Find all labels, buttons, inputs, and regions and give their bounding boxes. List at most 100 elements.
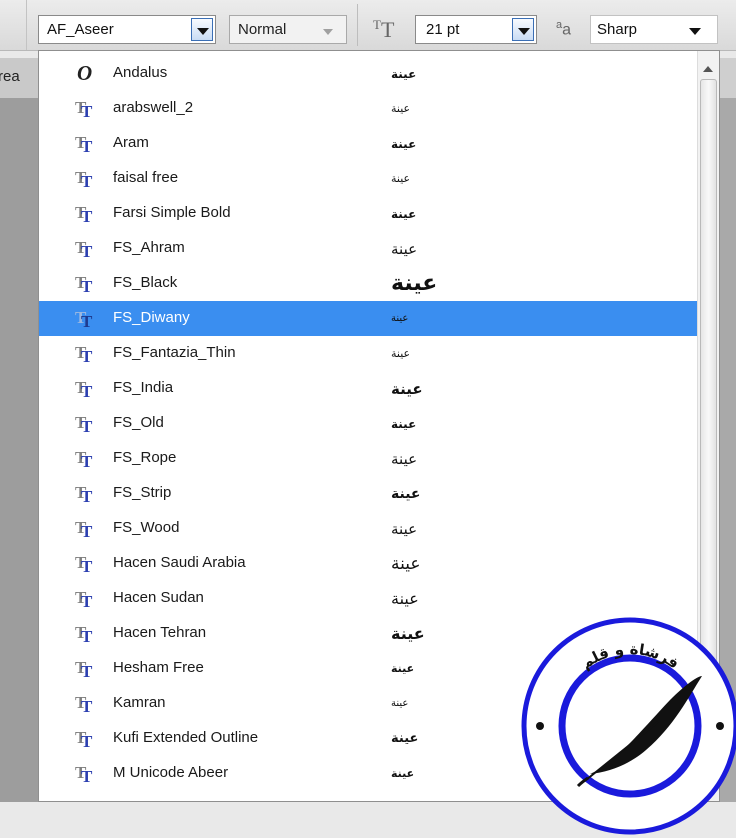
font-style-select[interactable]: Normal — [229, 15, 347, 44]
font-name-label: FS_Rope — [113, 449, 177, 466]
stamp-dot-right — [716, 722, 724, 730]
font-name-label: FS_Strip — [113, 484, 172, 501]
document-tab[interactable]: rea — [0, 58, 40, 99]
truetype-icon: TT — [75, 763, 93, 786]
font-sample-text: عينة — [391, 520, 418, 538]
truetype-icon: TT — [75, 518, 93, 541]
font-name-label: FS_Old — [113, 414, 164, 431]
font-list-item[interactable]: T T Farsi Simple Bold عينة — [39, 196, 697, 231]
font-style-value: Normal — [238, 21, 287, 38]
font-name-label: FS_Black — [113, 274, 178, 291]
truetype-icon: TT — [75, 203, 93, 226]
font-family-value: AF_Aseer — [47, 21, 114, 38]
font-list-item[interactable]: T T faisal free عينة — [39, 161, 697, 196]
font-list-item[interactable]: T T FS_Rope عينة — [39, 441, 697, 476]
document-tab-label: rea — [0, 68, 20, 85]
font-name-label: Andalus — [113, 64, 168, 81]
font-sample-text: عينة — [391, 417, 417, 431]
font-name-label: FS_Ahram — [113, 239, 185, 256]
font-sample-text: عينة — [391, 207, 417, 221]
truetype-icon: TT — [75, 238, 93, 261]
font-name-label: Kamran — [113, 694, 166, 711]
font-sample-text: عينة — [391, 271, 438, 296]
font-name-label: Hacen Saudi Arabia — [113, 554, 246, 571]
truetype-icon: TT — [75, 623, 93, 646]
truetype-icon: TT — [75, 413, 93, 436]
truetype-icon: TT — [75, 448, 93, 471]
truetype-icon: TT — [75, 98, 93, 121]
font-name-label: FS_Wood — [113, 519, 180, 536]
font-sample-text: عينة — [391, 137, 417, 151]
options-toolbar: AF_Aseer Normal TT 21 pt aa Sharp — [0, 0, 736, 51]
chevron-down-icon — [323, 29, 333, 35]
font-list-item[interactable]: T T Hacen Saudi Arabia عينة — [39, 546, 697, 581]
stamp-inner-ring — [558, 654, 702, 798]
font-size-select[interactable]: 21 pt — [415, 15, 537, 44]
workspace-right-tab — [720, 58, 736, 98]
font-name-label: Hacen Sudan — [113, 589, 204, 606]
font-sample-text: عينة — [391, 554, 421, 574]
font-name-label: faisal free — [113, 169, 179, 186]
chevron-down-icon — [518, 28, 530, 35]
watermark-stamp: فرشاة و قلم — [521, 617, 736, 835]
font-size-value: 21 pt — [426, 21, 460, 38]
truetype-icon: TT — [75, 728, 93, 751]
font-size-icon: TT — [373, 17, 395, 42]
font-name-label: FS_India — [113, 379, 174, 396]
font-sample-text: عينة — [391, 662, 415, 675]
font-name-label: M Unicode Abeer — [113, 764, 229, 781]
truetype-icon: TT — [75, 658, 93, 681]
font-size-dropdown-button[interactable] — [512, 18, 534, 41]
font-name-label: arabswell_2 — [113, 99, 194, 116]
scroll-up-icon[interactable] — [703, 66, 713, 72]
font-list-item[interactable]: T T FS_Old عينة — [39, 406, 697, 441]
workspace-left — [0, 98, 38, 802]
font-name-label: Farsi Simple Bold — [113, 204, 231, 221]
font-sample-text: عينة — [391, 67, 417, 81]
truetype-icon: TT — [75, 588, 93, 611]
font-sample-text: عينة — [391, 102, 411, 115]
font-list-item[interactable]: T T FS_Diwany عينة — [39, 301, 697, 336]
font-list-item[interactable]: T T Aram عينة — [39, 126, 697, 161]
font-sample-text: عينة — [391, 240, 418, 258]
chevron-down-icon — [197, 28, 209, 35]
truetype-icon: TT — [75, 693, 93, 716]
font-sample-text: عينة — [391, 450, 418, 468]
font-name-label: Hesham Free — [113, 659, 204, 676]
font-sample-text: عينة — [391, 767, 415, 780]
font-sample-text: عينة — [391, 486, 421, 502]
font-sample-text: عينة — [391, 380, 423, 398]
anti-alias-icon: aa — [556, 19, 572, 39]
font-list-item[interactable]: T T FS_Black عينة — [39, 266, 697, 301]
font-name-label: Hacen Tehran — [113, 624, 207, 641]
font-sample-text: عينة — [391, 731, 419, 746]
font-list-item[interactable]: T T FS_Fantazia_Thin عينة — [39, 336, 697, 371]
font-list-item[interactable]: T T FS_Ahram عينة — [39, 231, 697, 266]
font-list-item[interactable]: T T FS_Wood عينة — [39, 511, 697, 546]
font-sample-text: عينة — [391, 172, 411, 185]
opentype-icon: O — [77, 61, 93, 85]
font-family-select[interactable]: AF_Aseer — [38, 15, 216, 44]
chevron-down-icon — [689, 28, 701, 35]
font-list-item[interactable]: T T FS_India عينة — [39, 371, 697, 406]
anti-alias-select[interactable]: Sharp — [590, 15, 718, 44]
truetype-icon: TT — [75, 343, 93, 366]
truetype-icon: TT — [75, 273, 93, 296]
truetype-icon: TT — [75, 483, 93, 506]
anti-alias-value: Sharp — [597, 21, 638, 38]
truetype-icon: TT — [75, 133, 93, 156]
font-list-item[interactable]: O Andalus عينة — [39, 56, 697, 91]
font-name-label: Aram — [113, 134, 149, 151]
font-name-label: FS_Diwany — [113, 309, 190, 326]
font-sample-text: عينة — [391, 589, 419, 608]
stamp-dot-left — [536, 722, 544, 730]
font-list-item[interactable]: T T arabswell_2 عينة — [39, 91, 697, 126]
font-name-label: Kufi Extended Outline — [113, 729, 259, 746]
font-list-item[interactable]: T T Hacen Sudan عينة — [39, 581, 697, 616]
font-name-label: FS_Fantazia_Thin — [113, 344, 236, 361]
truetype-icon: TT — [75, 378, 93, 401]
toolbar-divider — [357, 4, 358, 46]
toolbar-grip — [8, 0, 27, 50]
font-family-dropdown-button[interactable] — [191, 18, 213, 41]
font-list-item[interactable]: T T FS_Strip عينة — [39, 476, 697, 511]
